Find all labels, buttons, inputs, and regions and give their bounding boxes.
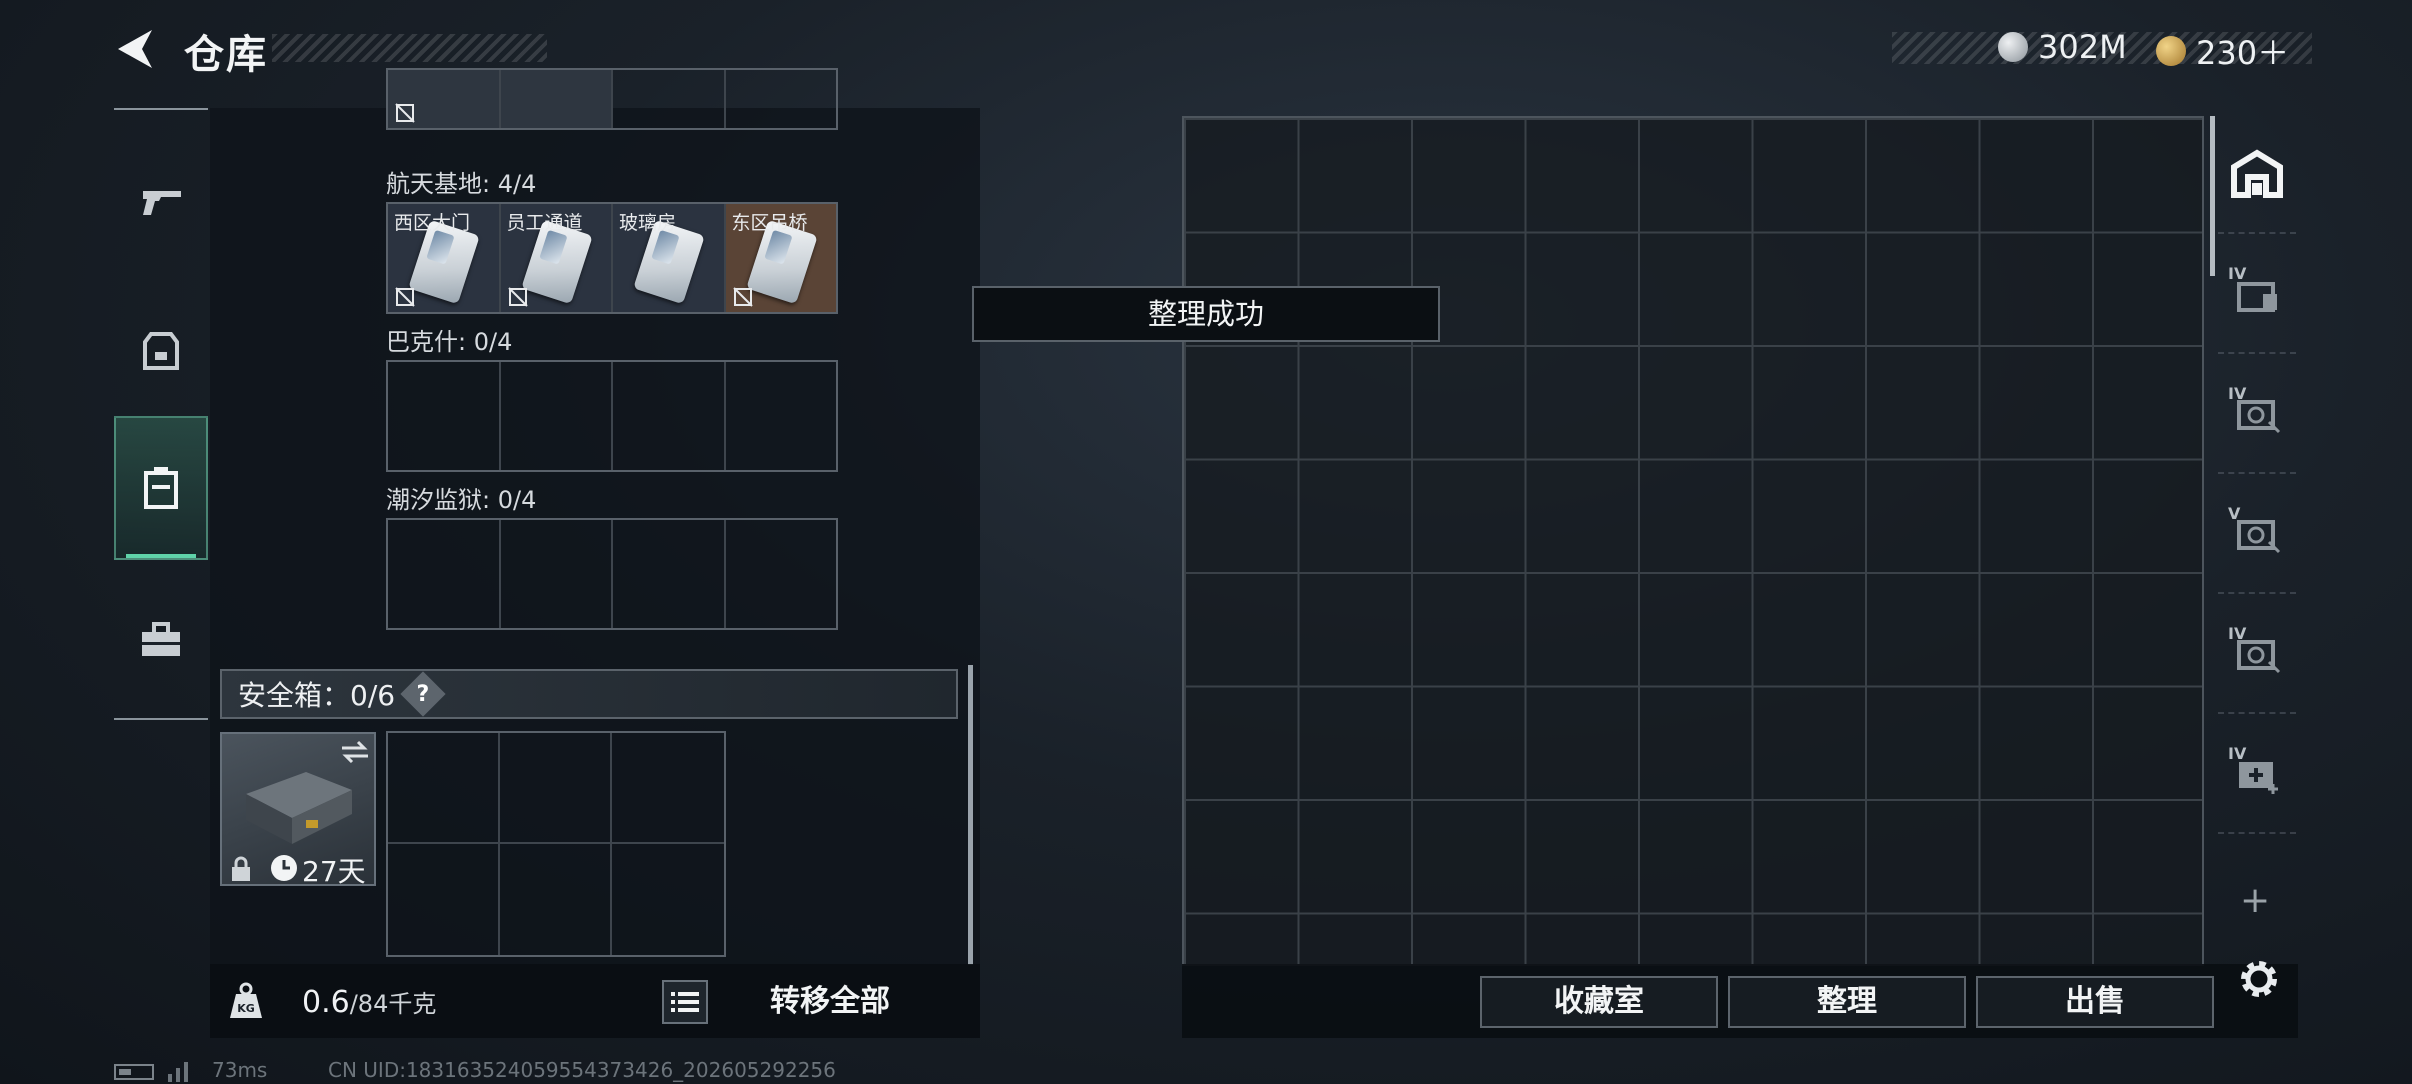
sell-button[interactable]: 出售: [1976, 976, 2214, 1028]
key-slot[interactable]: [388, 362, 501, 470]
safe-slot[interactable]: [612, 733, 724, 844]
safe-box-item[interactable]: 27天: [220, 732, 376, 888]
tab-tools[interactable]: [114, 580, 208, 700]
locker-icon: [144, 467, 178, 509]
main-storage-icon: [2231, 149, 2283, 198]
toolbox-icon: [142, 622, 180, 656]
tab-safe-storage-1[interactable]: IV: [2218, 356, 2296, 474]
key-slot[interactable]: [501, 362, 613, 470]
key-slot[interactable]: [726, 70, 837, 128]
pistol-icon: [143, 191, 181, 215]
key-grid-previous: [386, 68, 838, 130]
warehouse-grid[interactable]: [1182, 116, 2204, 966]
map-label-bakhsh: 巴克什: 0/4: [386, 328, 513, 356]
gear-icon[interactable]: [2236, 956, 2282, 1002]
svg-text:KG: KG: [237, 1002, 255, 1015]
collection-room-button[interactable]: 收藏室: [1480, 976, 1718, 1028]
map-label-tidal-prison: 潮汐监狱: 0/4: [386, 486, 537, 514]
key-slot[interactable]: [613, 520, 726, 628]
silver-currency: 302M: [1998, 28, 2127, 66]
gold-coin-icon: [2156, 36, 2186, 66]
add-storage-icon[interactable]: +: [2240, 880, 2270, 921]
map-label-aerospace: 航天基地: 4/4: [386, 170, 537, 198]
tab-safe-storage-3[interactable]: IV: [2218, 596, 2296, 714]
no-transfer-icon: [732, 287, 753, 307]
weight-icon: KG: [230, 982, 262, 1018]
safe-box-grid: [386, 731, 726, 957]
help-icon[interactable]: ?: [400, 671, 446, 717]
tab-weapons[interactable]: [114, 142, 208, 262]
key-slot[interactable]: [726, 362, 837, 470]
safe-slot[interactable]: [388, 844, 500, 955]
lock-icon: [232, 856, 250, 881]
list-icon: [671, 992, 699, 1012]
right-scrollbar[interactable]: [2210, 116, 2215, 276]
tab-keys[interactable]: [114, 416, 208, 560]
battery-icon: [114, 1064, 154, 1080]
safe-case-icon: [246, 772, 352, 844]
key-grid-bakhsh: [386, 360, 838, 472]
silver-coin-icon: [1998, 32, 2028, 62]
list-view-button[interactable]: [662, 980, 708, 1024]
backpack-icon: [143, 332, 179, 370]
key-card-glass-house[interactable]: 玻璃房: [613, 204, 726, 312]
key-slot[interactable]: [388, 520, 501, 628]
no-transfer-icon: [395, 287, 415, 307]
key-slot[interactable]: [500, 70, 613, 128]
key-slot[interactable]: [726, 520, 837, 628]
key-card-staff-passage[interactable]: 员工通道: [500, 204, 613, 312]
safe-box-label: 安全箱：0/6: [238, 679, 396, 712]
key-grid-aerospace: 西区大门 员工通道 玻璃房 东区吊桥: [386, 202, 838, 314]
transfer-all-button[interactable]: 转移全部: [720, 980, 940, 1024]
safe-slot[interactable]: [500, 844, 612, 955]
gold-currency[interactable]: 230＋: [2156, 28, 2289, 74]
key-slot[interactable]: [613, 70, 726, 128]
key-slot[interactable]: [613, 362, 726, 470]
swap-icon[interactable]: [340, 740, 370, 764]
category-tabs: [114, 108, 208, 720]
tab-storage-expansion[interactable]: IV: [2218, 236, 2296, 354]
clock-icon: [271, 855, 297, 881]
key-grid-tidal-prison: [386, 518, 838, 630]
key-card-west-gate[interactable]: 西区大门: [388, 204, 501, 312]
tab-main-storage[interactable]: [2218, 116, 2296, 234]
key-slot[interactable]: [388, 70, 501, 128]
page-title: 仓库: [184, 32, 268, 78]
key-card-east-bridge[interactable]: 东区吊桥: [725, 204, 836, 312]
safe-slot[interactable]: [500, 733, 612, 844]
safe-box-header: 安全箱：0/6 ?: [220, 669, 958, 719]
no-transfer-icon: [395, 103, 415, 123]
ping-readout: 73ms: [212, 1058, 268, 1082]
storage-tabs: IV IV V IV IV: [2218, 116, 2296, 956]
title-decoration: [272, 34, 547, 62]
tab-safe-storage-2[interactable]: V: [2218, 476, 2296, 594]
back-icon[interactable]: [112, 26, 158, 72]
no-transfer-icon: [507, 287, 528, 307]
uid-readout: CN UID:18316352405955437342​6_2026052922…: [328, 1058, 836, 1082]
tab-equipment[interactable]: [114, 290, 208, 410]
organize-button[interactable]: 整理: [1728, 976, 1966, 1028]
safe-slot[interactable]: [388, 733, 500, 844]
toast-message: 整理成功: [972, 286, 1440, 342]
signal-icon: [168, 1062, 188, 1082]
weight-readout: 0.6/84千克: [302, 985, 437, 1020]
key-slot[interactable]: [501, 520, 613, 628]
safe-box-timer: 27天: [302, 855, 366, 888]
left-scrollbar[interactable]: [968, 665, 973, 965]
tab-medical-storage[interactable]: IV: [2218, 716, 2296, 834]
safe-slot[interactable]: [612, 844, 724, 955]
